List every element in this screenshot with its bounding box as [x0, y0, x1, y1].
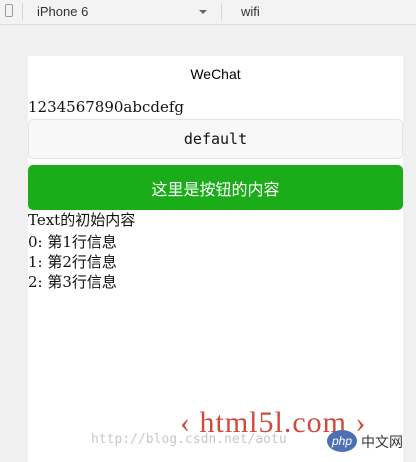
primary-button[interactable]: 这里是按钮的内容	[28, 165, 403, 210]
list-item: 2: 第3行信息	[28, 273, 117, 291]
network-select[interactable]: wifi	[241, 0, 260, 24]
toolbar-divider	[22, 3, 23, 20]
watermark-cn-text: 中文网	[361, 435, 403, 451]
watermark-url: http://blog.csdn.net/aotu	[91, 432, 287, 447]
list-item: 0: 第1行信息	[28, 233, 117, 251]
chevron-down-icon[interactable]	[199, 10, 207, 14]
nav-title: WeChat	[190, 66, 241, 82]
toolbar-divider	[221, 3, 222, 20]
php-badge: php	[327, 430, 357, 452]
initial-text: Text的初始内容	[28, 211, 136, 229]
device-phone-icon[interactable]	[5, 4, 13, 17]
text-line: 1234567890abcdefg	[28, 98, 185, 116]
page-content: 1234567890abcdefg default 这里是按钮的内容 Text的…	[28, 97, 403, 292]
device-select[interactable]: iPhone 6	[37, 0, 88, 24]
simulator-toolbar: iPhone 6 wifi	[0, 0, 416, 25]
default-button[interactable]: default	[28, 119, 403, 159]
info-list: 0: 第1行信息 1: 第2行信息 2: 第3行信息	[28, 232, 403, 292]
list-item: 1: 第2行信息	[28, 253, 117, 271]
phone-screen: WeChat 1234567890abcdefg default 这里是按钮的内…	[28, 56, 403, 462]
